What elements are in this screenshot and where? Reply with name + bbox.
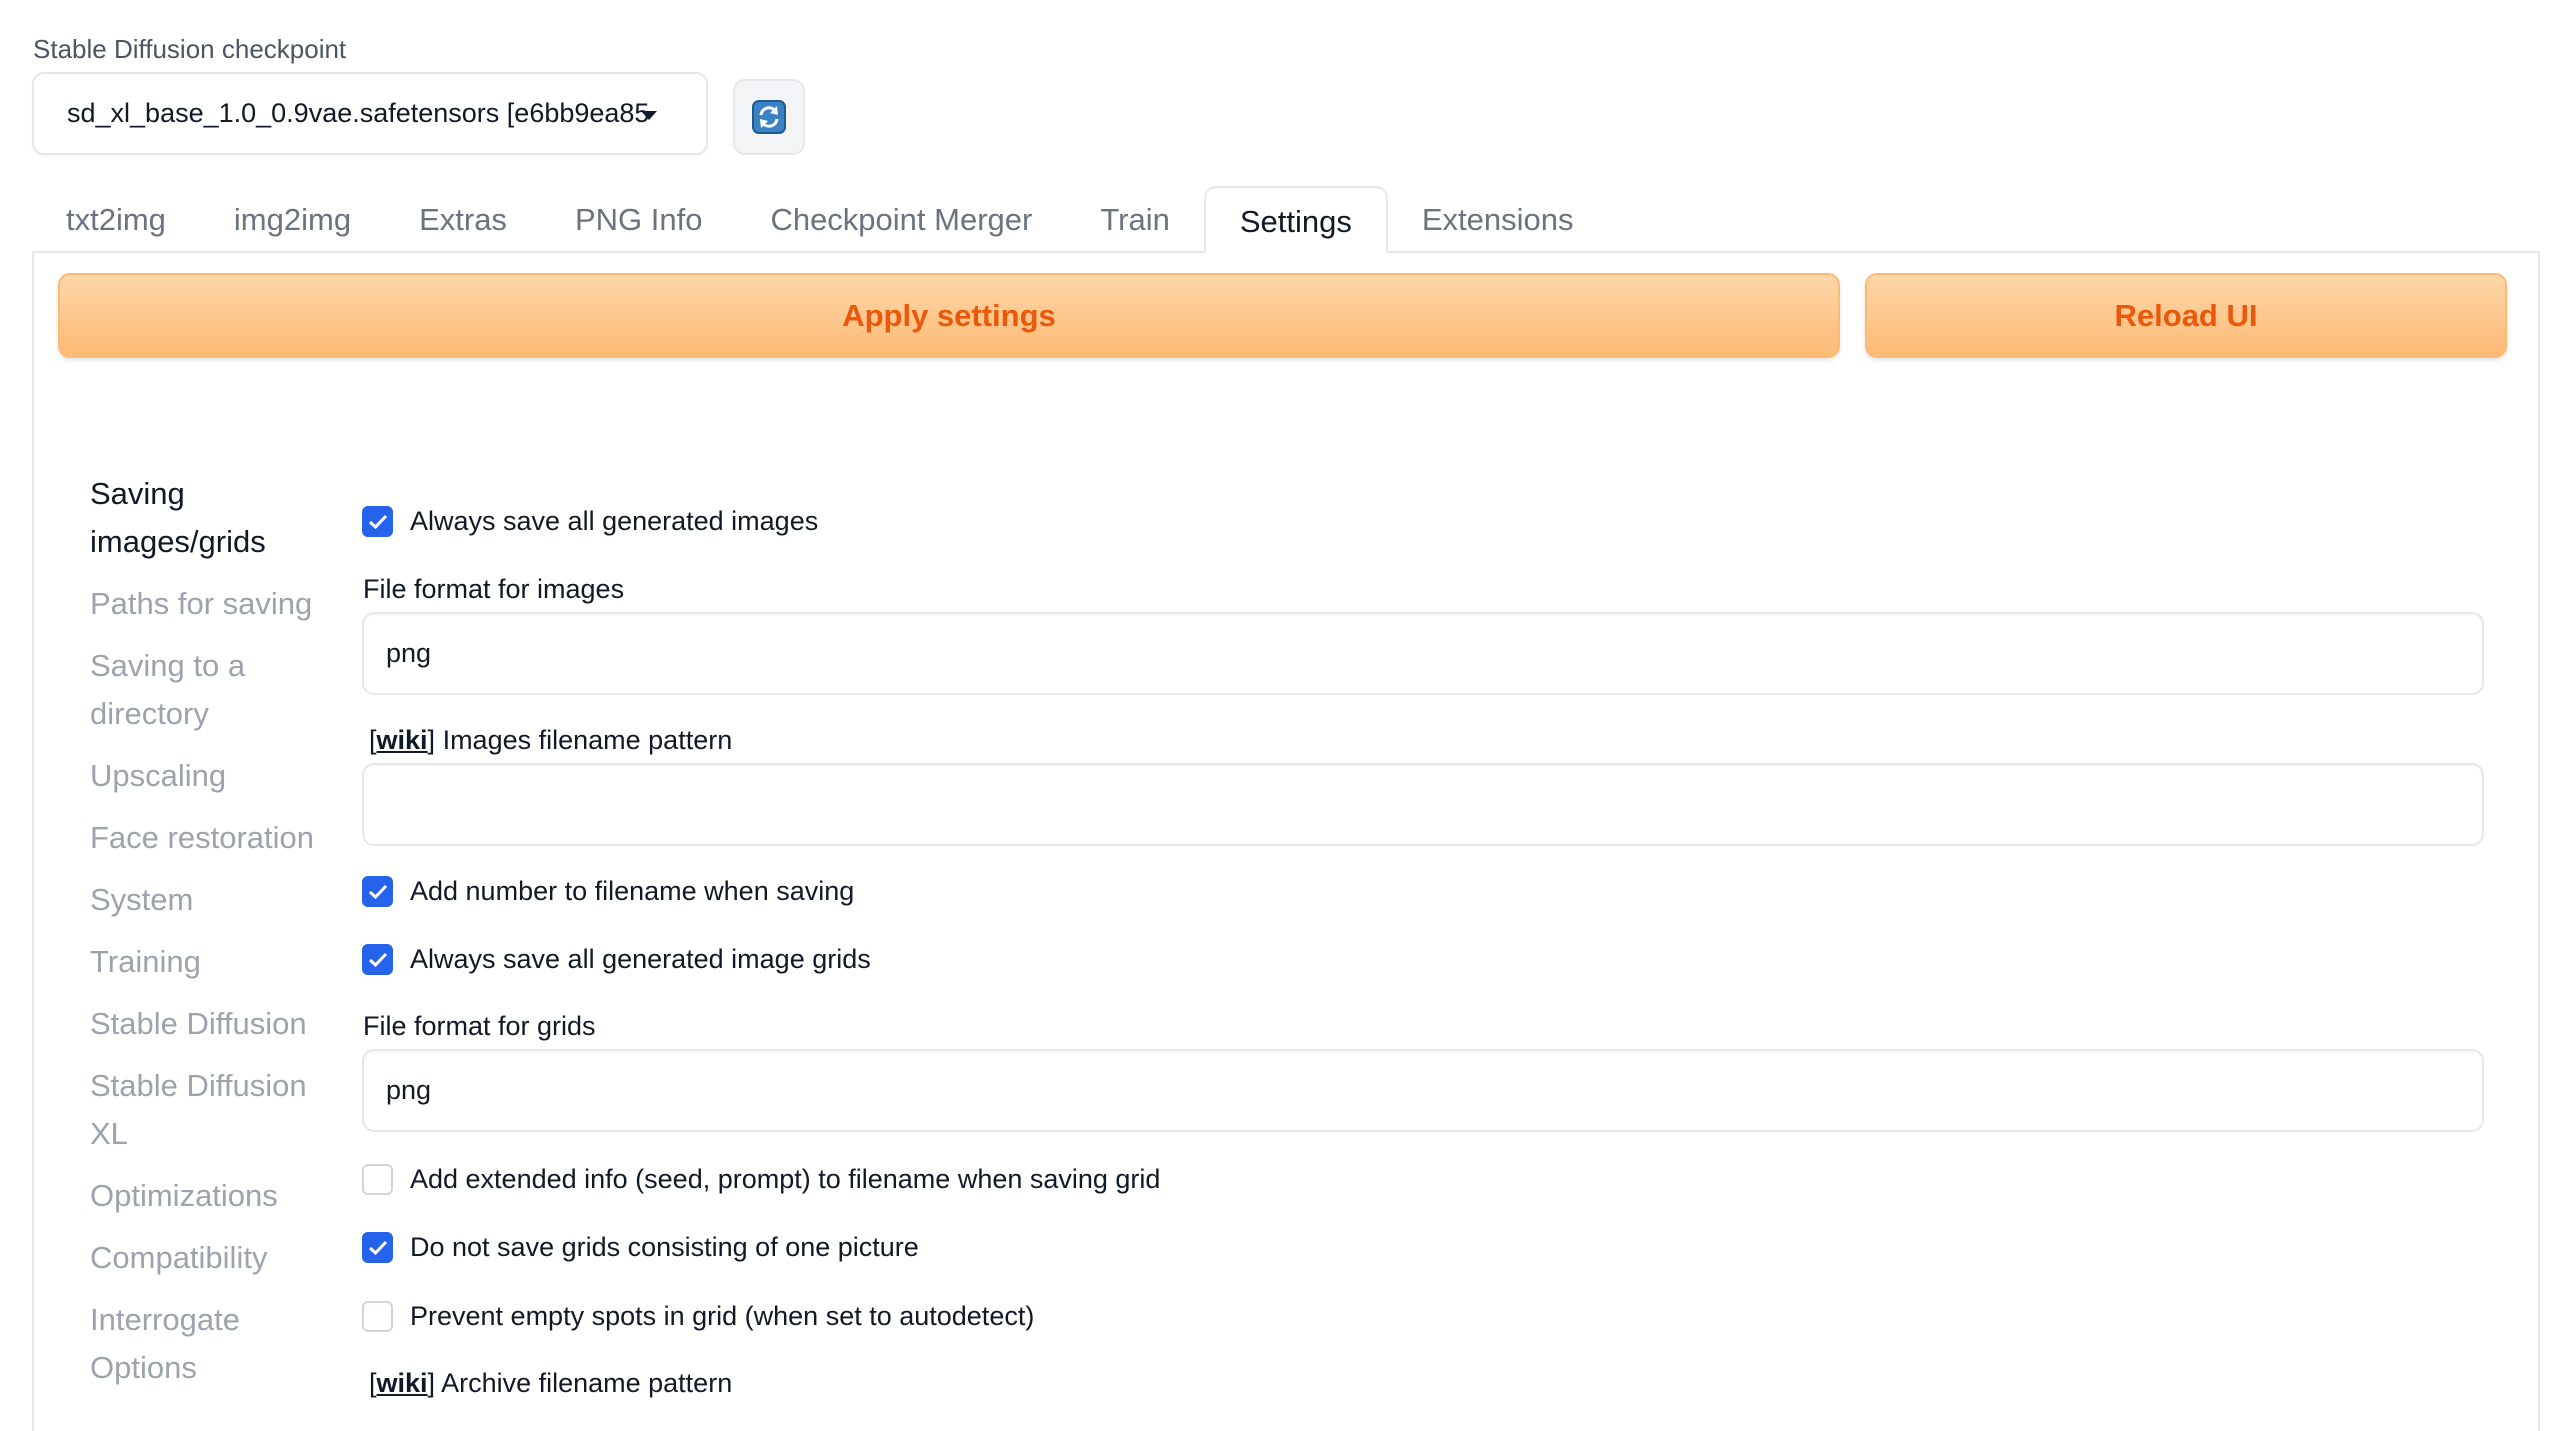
sidebar-item-system[interactable]: System xyxy=(90,876,330,924)
wiki-link[interactable]: wiki xyxy=(377,1368,428,1398)
sidebar-item-upscaling[interactable]: Upscaling xyxy=(90,752,330,800)
checkpoint-label: Stable Diffusion checkpoint xyxy=(33,34,347,64)
settings-sidebar: Saving images/grids Paths for saving Sav… xyxy=(90,470,330,1406)
file-format-images-input[interactable]: png xyxy=(362,612,2484,695)
checkmark-icon xyxy=(368,952,387,967)
grid-prevent-empty-spots-label: Prevent empty spots in grid (when set to… xyxy=(410,1301,1035,1331)
main-tabs: txt2img img2img Extras PNG Info Checkpoi… xyxy=(32,186,1607,253)
sidebar-item-saving-images-grids[interactable]: Saving images/grids xyxy=(90,470,330,566)
grid-only-if-multiple-checkbox[interactable] xyxy=(362,1232,393,1263)
tab-txt2img[interactable]: txt2img xyxy=(32,186,200,253)
save-grids-label: Always save all generated image grids xyxy=(410,944,871,974)
sidebar-item-compatibility[interactable]: Compatibility xyxy=(90,1234,330,1282)
tab-extras[interactable]: Extras xyxy=(385,186,541,253)
setting-save-images[interactable]: Always save all generated images xyxy=(362,506,818,537)
sidebar-item-saving-to-directory[interactable]: Saving to a directory xyxy=(90,642,330,738)
tab-checkpoint-merger[interactable]: Checkpoint Merger xyxy=(736,186,1066,253)
sidebar-item-stable-diffusion[interactable]: Stable Diffusion xyxy=(90,1000,330,1048)
checkmark-icon xyxy=(368,514,387,529)
sidebar-item-face-restoration[interactable]: Face restoration xyxy=(90,814,330,862)
grid-extended-filename-checkbox[interactable] xyxy=(362,1164,393,1195)
setting-grid-only-if-multiple[interactable]: Do not save grids consisting of one pict… xyxy=(362,1232,919,1263)
tab-extensions[interactable]: Extensions xyxy=(1388,186,1608,253)
tab-settings[interactable]: Settings xyxy=(1203,186,1388,253)
checkpoint-dropdown[interactable]: sd_xl_base_1.0_0.9vae.safetensors [e6bb9… xyxy=(32,72,708,155)
wiki-link[interactable]: wiki xyxy=(377,725,428,755)
refresh-checkpoint-button[interactable] xyxy=(733,79,805,155)
add-number-label: Add number to filename when saving xyxy=(410,876,855,906)
sidebar-item-interrogate-options[interactable]: Interrogate Options xyxy=(90,1296,330,1392)
tab-train[interactable]: Train xyxy=(1066,186,1203,253)
refresh-icon xyxy=(752,100,786,134)
sidebar-item-optimizations[interactable]: Optimizations xyxy=(90,1172,330,1220)
checkmark-icon xyxy=(368,1240,387,1255)
grid-only-if-multiple-label: Do not save grids consisting of one pict… xyxy=(410,1232,919,1262)
checkpoint-value: sd_xl_base_1.0_0.9vae.safetensors [e6bb9… xyxy=(67,98,650,128)
tab-img2img[interactable]: img2img xyxy=(200,186,385,253)
setting-add-number[interactable]: Add number to filename when saving xyxy=(362,876,854,907)
reload-ui-button[interactable]: Reload UI xyxy=(1865,273,2507,358)
setting-save-grids[interactable]: Always save all generated image grids xyxy=(362,944,871,975)
grid-prevent-empty-spots-checkbox[interactable] xyxy=(362,1301,393,1332)
checkmark-icon xyxy=(368,884,387,899)
chevron-down-icon xyxy=(641,111,657,120)
tab-png-info[interactable]: PNG Info xyxy=(541,186,737,253)
images-filename-pattern-label: [wiki] Images filename pattern xyxy=(369,725,733,755)
images-filename-pattern-text: Images filename pattern xyxy=(442,725,733,755)
file-format-grids-input[interactable]: png xyxy=(362,1049,2484,1132)
grid-extended-filename-label: Add extended info (seed, prompt) to file… xyxy=(410,1164,1161,1194)
setting-grid-extended-filename[interactable]: Add extended info (seed, prompt) to file… xyxy=(362,1164,1160,1195)
archive-filename-pattern-text: Archive filename pattern xyxy=(441,1368,733,1398)
setting-grid-prevent-empty-spots[interactable]: Prevent empty spots in grid (when set to… xyxy=(362,1301,1034,1332)
archive-filename-pattern-label: [wiki] Archive filename pattern xyxy=(369,1368,733,1398)
save-grids-checkbox[interactable] xyxy=(362,944,393,975)
sidebar-item-training[interactable]: Training xyxy=(90,938,330,986)
sidebar-item-paths-for-saving[interactable]: Paths for saving xyxy=(90,580,330,628)
images-filename-pattern-input[interactable] xyxy=(362,763,2484,846)
add-number-checkbox[interactable] xyxy=(362,876,393,907)
save-images-checkbox[interactable] xyxy=(362,506,393,537)
apply-settings-button[interactable]: Apply settings xyxy=(58,273,1840,358)
save-images-label: Always save all generated images xyxy=(410,506,819,536)
file-format-images-label: File format for images xyxy=(363,574,625,604)
sidebar-item-stable-diffusion-xl[interactable]: Stable Diffusion XL xyxy=(90,1062,330,1158)
file-format-grids-label: File format for grids xyxy=(363,1011,596,1041)
